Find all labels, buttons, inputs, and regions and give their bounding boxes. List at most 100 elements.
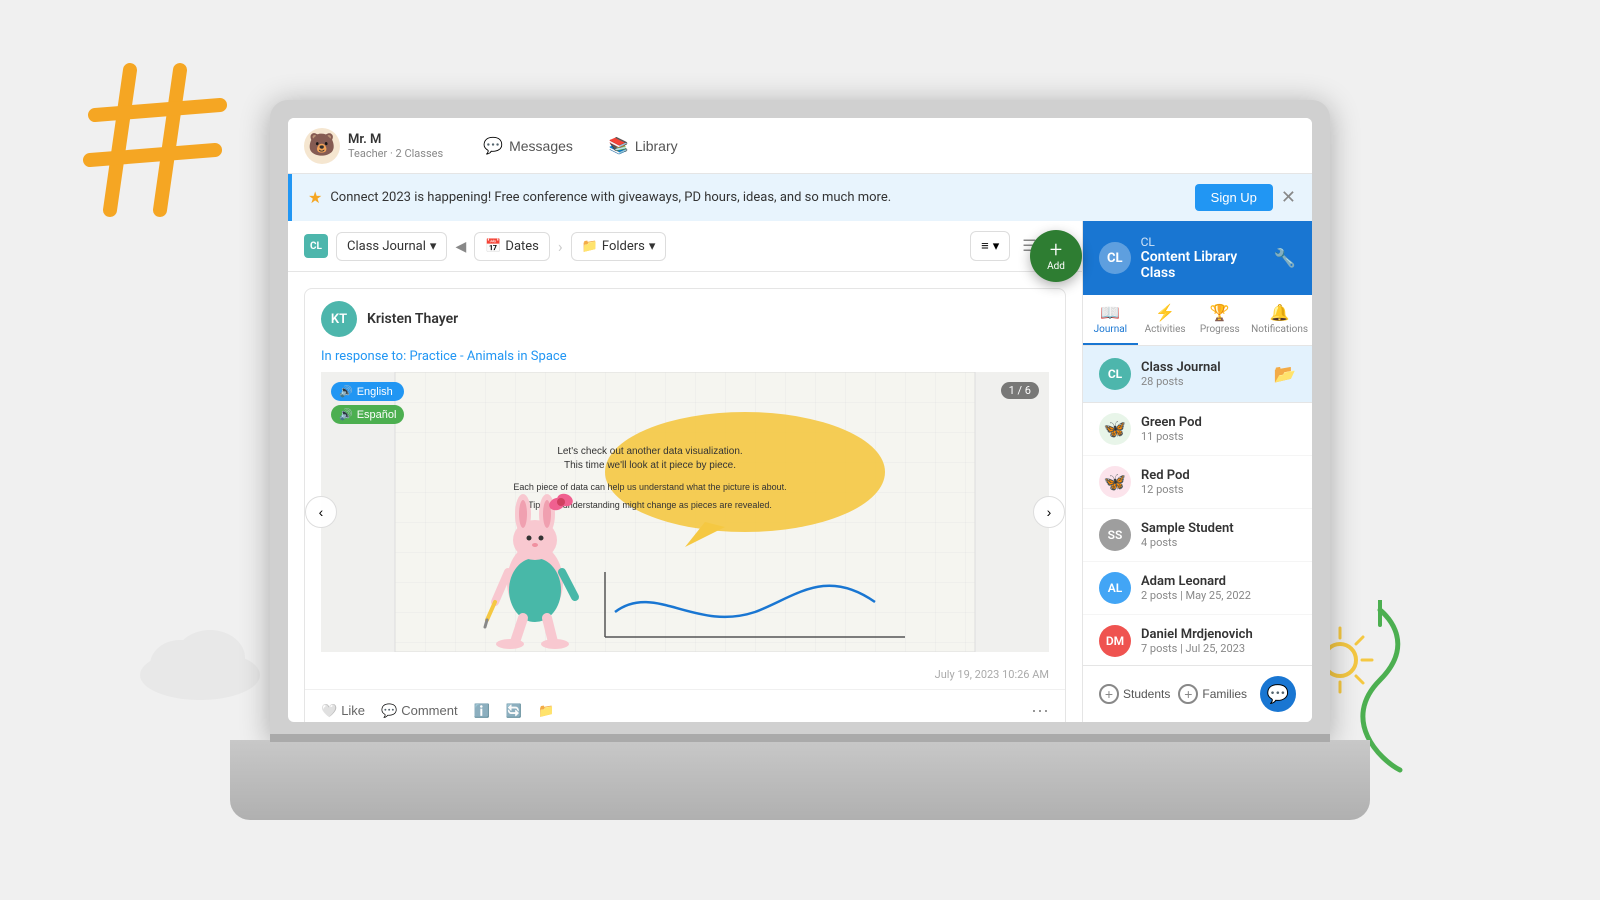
folder-icon-3: 📂 <box>1274 364 1296 385</box>
share-button[interactable]: 🔄 <box>506 703 522 719</box>
post-reply-ref: In response to: Practice - Animals in Sp… <box>305 349 1065 372</box>
add-students-button[interactable]: + Students <box>1099 684 1170 704</box>
messages-tab[interactable]: 💬 Messages <box>467 128 589 164</box>
messages-label: Messages <box>509 138 573 154</box>
class-journal-info: Class Journal 28 posts <box>1141 360 1221 388</box>
laptop-wrapper: 🐻 Mr. M Teacher · 2 Classes 💬 Messages <box>270 100 1330 820</box>
announcement-actions: Sign Up ✕ <box>1195 184 1296 211</box>
navbar: 🐻 Mr. M Teacher · 2 Classes 💬 Messages <box>288 118 1312 174</box>
sidebar-item-green-pod[interactable]: 🦋 Green Pod 11 posts <box>1083 403 1312 456</box>
sign-up-button[interactable]: Sign Up <box>1195 184 1273 211</box>
slide-counter: 1 / 6 <box>1001 382 1039 399</box>
sidebar-tab-progress[interactable]: 🏆 Progress <box>1192 295 1247 345</box>
journal-dropdown[interactable]: Class Journal ▾ <box>336 232 447 261</box>
filter-bar: CL Class Journal ▾ ◀ 📅 Dates › <box>288 221 1082 272</box>
red-pod-avatar: 🦋 <box>1099 466 1131 498</box>
user-role: Teacher · 2 Classes <box>348 147 443 160</box>
sort-button[interactable]: ≡ ▾ <box>970 231 1010 261</box>
nav-tabs: 💬 Messages 📚 Library <box>467 128 693 164</box>
folders-label: Folders <box>602 239 645 254</box>
dates-dropdown[interactable]: 📅 Dates <box>474 232 550 261</box>
sidebar-item-sample-student[interactable]: SS Sample Student 4 posts <box>1083 509 1312 562</box>
progress-icon: 🏆 <box>1210 303 1230 322</box>
post-header: KT Kristen Thayer <box>305 289 1065 349</box>
heart-icon: 🤍 <box>321 703 337 719</box>
library-tab[interactable]: 📚 Library <box>593 128 694 164</box>
more-options-button[interactable]: ··· <box>1031 700 1049 721</box>
sidebar-item-red-pod[interactable]: 🦋 Red Pod 12 posts <box>1083 456 1312 509</box>
daniel-mrdjenovich-avatar: DM <box>1099 625 1131 657</box>
sample-student-avatar: SS <box>1099 519 1131 551</box>
sidebar-header: CL CL Content Library Class 🔧 <box>1083 221 1312 295</box>
class-journal-count: 28 posts <box>1141 375 1221 388</box>
chevron-down-icon: ▾ <box>430 239 437 254</box>
chevron-down-icon-2: ▾ <box>649 239 656 254</box>
slide-prev-button[interactable]: ‹ <box>305 496 337 528</box>
chevron-down-icon-3: ▾ <box>993 239 1000 254</box>
calendar-icon: 📅 <box>485 239 501 254</box>
add-students-icon: + <box>1099 684 1119 704</box>
main-area: CL Class Journal ▾ ◀ 📅 Dates › <box>288 221 1312 722</box>
sidebar-header-info: CL Content Library Class <box>1141 235 1274 281</box>
add-families-button[interactable]: + Families <box>1178 684 1247 704</box>
green-pod-avatar: 🦋 <box>1099 413 1131 445</box>
sidebar-item-daniel-mrdjenovich[interactable]: DM Daniel Mrdjenovich 7 posts | Jul 25, … <box>1083 615 1312 665</box>
post-actions: 🤍 Like 💬 Comment ℹ️ <box>305 689 1065 722</box>
sidebar-nav-tabs: 📖 Journal ⚡ Activities 🏆 Progress <box>1083 295 1312 346</box>
slide-illustration: Let's check out another data visualizati… <box>321 372 1049 652</box>
announcement-message: Connect 2023 is happening! Free conferen… <box>330 190 891 205</box>
separator: › <box>558 237 563 256</box>
sidebar-header-left: CL CL Content Library Class <box>1099 235 1274 281</box>
library-icon: 📚 <box>609 136 629 156</box>
sidebar-cl-badge: CL <box>1099 242 1131 274</box>
adam-leonard-info: Adam Leonard 2 posts | May 25, 2022 <box>1141 574 1251 602</box>
comment-icon: 💬 <box>381 703 397 719</box>
add-button[interactable]: + Add <box>1030 230 1082 282</box>
folder-icon-2: 📁 <box>538 703 554 719</box>
kristen-avatar: KT <box>321 301 357 337</box>
adam-leonard-avatar: AL <box>1099 572 1131 604</box>
app-container: 🐻 Mr. M Teacher · 2 Classes 💬 Messages <box>288 118 1312 722</box>
folder-button[interactable]: 📁 <box>538 703 554 719</box>
add-families-icon: + <box>1178 684 1198 704</box>
audio-icon-2: 🔊 <box>339 408 353 421</box>
laptop-screen: 🐻 Mr. M Teacher · 2 Classes 💬 Messages <box>288 118 1312 722</box>
post-author-name: Kristen Thayer <box>367 311 458 327</box>
info-icon: ℹ️ <box>474 703 490 719</box>
activities-icon: ⚡ <box>1155 303 1175 322</box>
sidebar-tab-journal[interactable]: 📖 Journal <box>1083 295 1138 345</box>
class-journal-item[interactable]: CL Class Journal 28 posts 📂 <box>1083 346 1312 403</box>
avatar: 🐻 <box>304 128 340 164</box>
settings-icon[interactable]: 🔧 <box>1274 248 1296 269</box>
library-label: Library <box>635 138 678 154</box>
comment-button[interactable]: 💬 Comment <box>381 703 458 719</box>
folders-dropdown[interactable]: 📁 Folders ▾ <box>571 232 667 261</box>
laptop-base <box>230 740 1370 820</box>
daniel-mrdjenovich-info: Daniel Mrdjenovich 7 posts | Jul 25, 202… <box>1141 627 1253 655</box>
add-icon: + <box>1050 240 1062 262</box>
language-buttons: 🔊 English 🔊 Español <box>331 382 404 424</box>
notifications-icon: 🔔 <box>1270 303 1290 322</box>
green-pod-info: Green Pod 11 posts <box>1141 415 1202 443</box>
svg-text:Let's check out another data v: Let's check out another data visualizati… <box>557 446 742 457</box>
audio-icon: 🔊 <box>339 385 353 398</box>
sidebar-item-adam-leonard[interactable]: AL Adam Leonard 2 posts | May 25, 2022 <box>1083 562 1312 615</box>
hashtag-decoration <box>80 60 260 220</box>
slide-next-button[interactable]: › <box>1033 496 1065 528</box>
prev-arrow-button[interactable]: ◀ <box>455 238 466 255</box>
chat-button[interactable]: 💬 <box>1260 676 1296 712</box>
user-info: 🐻 Mr. M Teacher · 2 Classes <box>304 128 443 164</box>
announcement-bar: ★ Connect 2023 is happening! Free confer… <box>288 174 1312 221</box>
red-pod-info: Red Pod 12 posts <box>1141 468 1190 496</box>
like-button[interactable]: 🤍 Like <box>321 703 365 719</box>
center-content: CL Class Journal ▾ ◀ 📅 Dates › <box>288 221 1082 722</box>
close-announcement-button[interactable]: ✕ <box>1281 187 1296 208</box>
english-button[interactable]: 🔊 English <box>331 382 404 401</box>
sidebar-tab-notifications[interactable]: 🔔 Notifications <box>1247 295 1312 345</box>
sidebar-tab-activities[interactable]: ⚡ Activities <box>1138 295 1193 345</box>
spanish-button[interactable]: 🔊 Español <box>331 405 404 424</box>
svg-text:This time we'll look at it pie: This time we'll look at it piece by piec… <box>564 460 736 471</box>
info-button[interactable]: ℹ️ <box>474 703 490 719</box>
post-timestamp: July 19, 2023 10:26 AM <box>305 668 1065 689</box>
add-label: Add <box>1047 262 1065 272</box>
